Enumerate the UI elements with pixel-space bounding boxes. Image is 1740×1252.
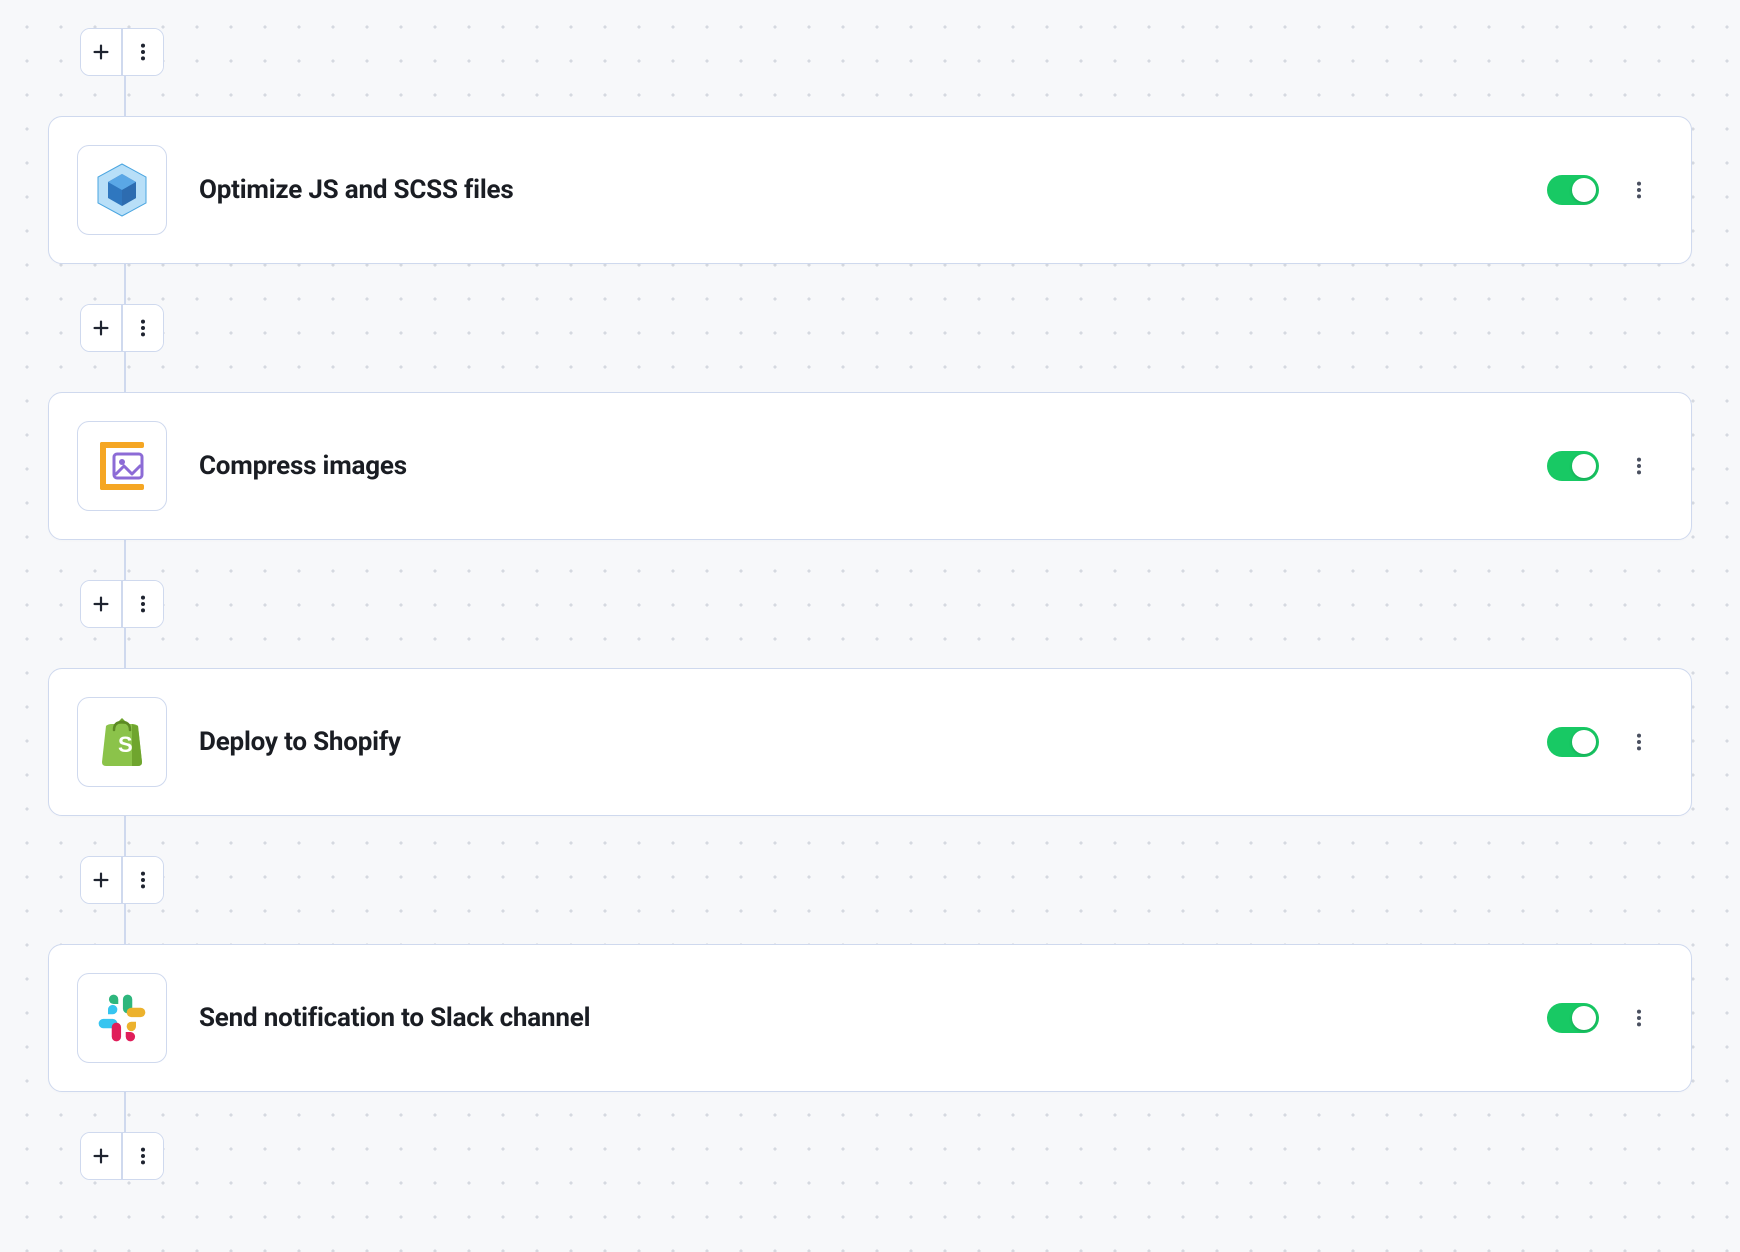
insert-step-button-group — [80, 28, 164, 76]
toggle-knob — [1572, 178, 1596, 202]
more-vertical-icon — [1628, 731, 1650, 753]
plus-icon — [90, 317, 112, 339]
add-step-button[interactable] — [81, 581, 121, 627]
webpack-icon — [92, 160, 152, 220]
insert-more-button[interactable] — [123, 29, 163, 75]
insert-step-button-group — [80, 580, 164, 628]
insert-more-button[interactable] — [123, 305, 163, 351]
plus-icon — [90, 869, 112, 891]
step-actions — [1547, 1002, 1655, 1034]
step-more-button[interactable] — [1623, 1002, 1655, 1034]
workflow-step-card[interactable]: Deploy to Shopify — [48, 668, 1692, 816]
plus-icon — [90, 593, 112, 615]
more-vertical-icon — [132, 593, 154, 615]
plus-icon — [90, 1145, 112, 1167]
step-enable-toggle[interactable] — [1547, 451, 1599, 481]
step-icon-box — [77, 973, 167, 1063]
workflow-step-card[interactable]: Send notification to Slack channel — [48, 944, 1692, 1092]
step-actions — [1547, 174, 1655, 206]
plus-icon — [90, 41, 112, 63]
toggle-knob — [1572, 730, 1596, 754]
step-more-button[interactable] — [1623, 450, 1655, 482]
insert-step-button-group — [80, 856, 164, 904]
workflow-step-card[interactable]: Compress images — [48, 392, 1692, 540]
more-vertical-icon — [132, 41, 154, 63]
step-icon-box — [77, 421, 167, 511]
insert-step-button-group — [80, 304, 164, 352]
more-vertical-icon — [1628, 179, 1650, 201]
more-vertical-icon — [132, 1145, 154, 1167]
insert-more-button[interactable] — [123, 581, 163, 627]
slack-icon — [94, 990, 150, 1046]
step-more-button[interactable] — [1623, 726, 1655, 758]
compress-icon — [92, 436, 152, 496]
step-icon-box — [77, 697, 167, 787]
shopify-icon — [92, 712, 152, 772]
more-vertical-icon — [132, 869, 154, 891]
step-title: Deploy to Shopify — [199, 727, 1515, 757]
step-enable-toggle[interactable] — [1547, 727, 1599, 757]
step-actions — [1547, 450, 1655, 482]
insert-more-button[interactable] — [123, 1133, 163, 1179]
more-vertical-icon — [132, 317, 154, 339]
add-step-button[interactable] — [81, 29, 121, 75]
add-step-button[interactable] — [81, 1133, 121, 1179]
step-title: Optimize JS and SCSS files — [199, 175, 1515, 205]
more-vertical-icon — [1628, 1007, 1650, 1029]
step-icon-box — [77, 145, 167, 235]
insert-more-button[interactable] — [123, 857, 163, 903]
add-step-button[interactable] — [81, 857, 121, 903]
step-enable-toggle[interactable] — [1547, 175, 1599, 205]
toggle-knob — [1572, 1006, 1596, 1030]
step-title: Compress images — [199, 451, 1515, 481]
workflow-step-card[interactable]: Optimize JS and SCSS files — [48, 116, 1692, 264]
step-more-button[interactable] — [1623, 174, 1655, 206]
step-enable-toggle[interactable] — [1547, 1003, 1599, 1033]
add-step-button[interactable] — [81, 305, 121, 351]
toggle-knob — [1572, 454, 1596, 478]
step-title: Send notification to Slack channel — [199, 1003, 1515, 1033]
step-actions — [1547, 726, 1655, 758]
more-vertical-icon — [1628, 455, 1650, 477]
insert-step-button-group — [80, 1132, 164, 1180]
